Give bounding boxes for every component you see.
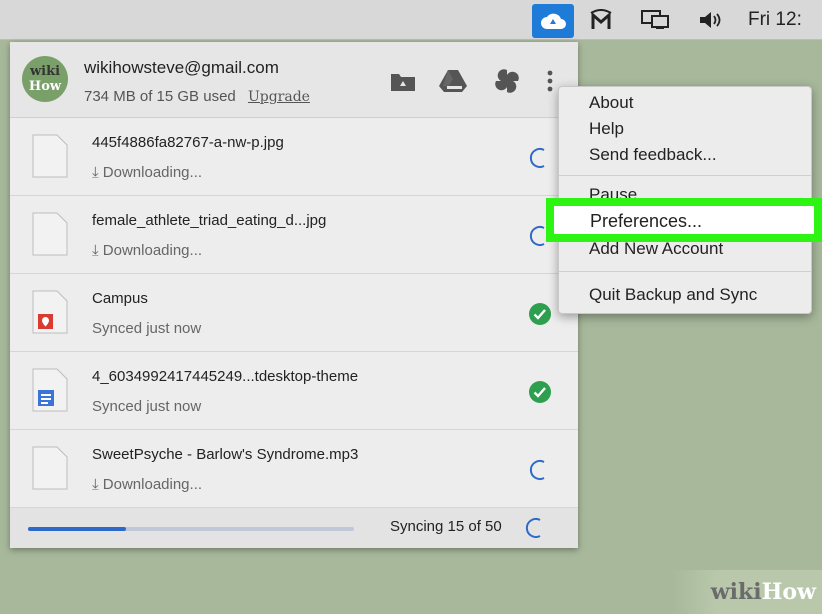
sync-progress-footer: Syncing 15 of 50 <box>10 508 578 548</box>
menu-item-about[interactable]: About <box>589 93 633 113</box>
menu-item-preferences[interactable]: Preferences... <box>546 198 822 242</box>
google-docs-file-icon <box>32 368 68 412</box>
avatar-text-bottom: How <box>28 79 62 94</box>
file-name: 445f4886fa82767-a-nw-p.jpg <box>92 134 284 151</box>
upgrade-link[interactable]: Upgrade <box>248 89 310 105</box>
file-status: ⤓ Downloading... <box>92 476 203 493</box>
file-status: Synced just now <box>92 398 202 415</box>
file-name: female_athlete_triad_eating_d...jpg <box>92 212 327 229</box>
google-drive-icon[interactable] <box>438 66 468 96</box>
syncing-spinner-icon <box>524 516 548 540</box>
file-name: SweetPsyche - Barlow's Syndrome.mp3 <box>92 446 359 463</box>
list-item[interactable]: Campus Synced just now <box>10 274 578 352</box>
menu-separator <box>559 175 811 176</box>
menu-item-preferences-label: Preferences... <box>590 211 703 231</box>
open-folder-icon[interactable] <box>388 66 418 96</box>
more-options-icon[interactable] <box>540 66 560 96</box>
menu-item-add-account[interactable]: Add New Account <box>589 239 723 259</box>
account-header: wiki How wikihowsteve@gmail.com 734 MB o… <box>10 42 578 118</box>
avatar-text-top: wiki <box>29 64 61 79</box>
file-generic-icon <box>32 446 68 490</box>
synced-check-icon <box>528 380 552 404</box>
menu-item-quit[interactable]: Quit Backup and Sync <box>589 285 757 305</box>
syncing-spinner-icon <box>528 458 552 482</box>
backup-sync-panel: wiki How wikihowsteve@gmail.com 734 MB o… <box>10 42 578 548</box>
menu-item-help[interactable]: Help <box>589 119 624 139</box>
file-status: Synced just now <box>92 320 202 337</box>
account-email: wikihowsteve@gmail.com <box>84 58 279 77</box>
storage-usage: 734 MB of 15 GB used Upgrade <box>84 88 310 105</box>
file-generic-icon <box>32 134 68 178</box>
google-maps-file-icon <box>32 290 68 334</box>
file-name: Campus <box>92 290 148 307</box>
file-generic-icon <box>32 212 68 256</box>
syncing-spinner-icon <box>528 146 552 170</box>
menubar-clock[interactable]: Fri 12: <box>748 6 822 34</box>
screen-mirroring-icon[interactable] <box>634 6 678 34</box>
list-item[interactable]: SweetPsyche - Barlow's Syndrome.mp3 ⤓ Do… <box>10 430 578 508</box>
synced-check-icon <box>528 302 552 326</box>
volume-icon[interactable] <box>694 6 728 34</box>
sync-status-text: Syncing 15 of 50 <box>390 518 502 535</box>
menu-item-send-feedback[interactable]: Send feedback... <box>589 145 717 165</box>
watermark-wiki: wiki <box>710 579 762 605</box>
file-name: 4_6034992417445249...tdesktop-theme <box>92 368 359 385</box>
list-item[interactable]: 4_6034992417445249...tdesktop-theme Sync… <box>10 352 578 430</box>
menu-bar: Fri 12: <box>0 0 822 40</box>
google-photos-icon[interactable] <box>492 66 522 96</box>
sync-progress-bar <box>28 527 354 531</box>
list-item[interactable]: 445f4886fa82767-a-nw-p.jpg ⤓ Downloading… <box>10 118 578 196</box>
malwarebytes-icon[interactable] <box>584 6 618 34</box>
menu-separator <box>559 271 811 272</box>
file-status: ⤓ Downloading... <box>92 164 203 181</box>
list-item[interactable]: female_athlete_triad_eating_d...jpg ⤓ Do… <box>10 196 578 274</box>
sync-progress-fill <box>28 527 126 531</box>
storage-usage-text: 734 MB of 15 GB used <box>84 88 236 105</box>
watermark-how: How <box>761 579 816 605</box>
file-status: ⤓ Downloading... <box>92 242 203 259</box>
wikihow-watermark: wiki How <box>672 570 822 614</box>
backup-sync-menubar-icon[interactable] <box>532 4 574 38</box>
avatar[interactable]: wiki How <box>22 56 68 102</box>
